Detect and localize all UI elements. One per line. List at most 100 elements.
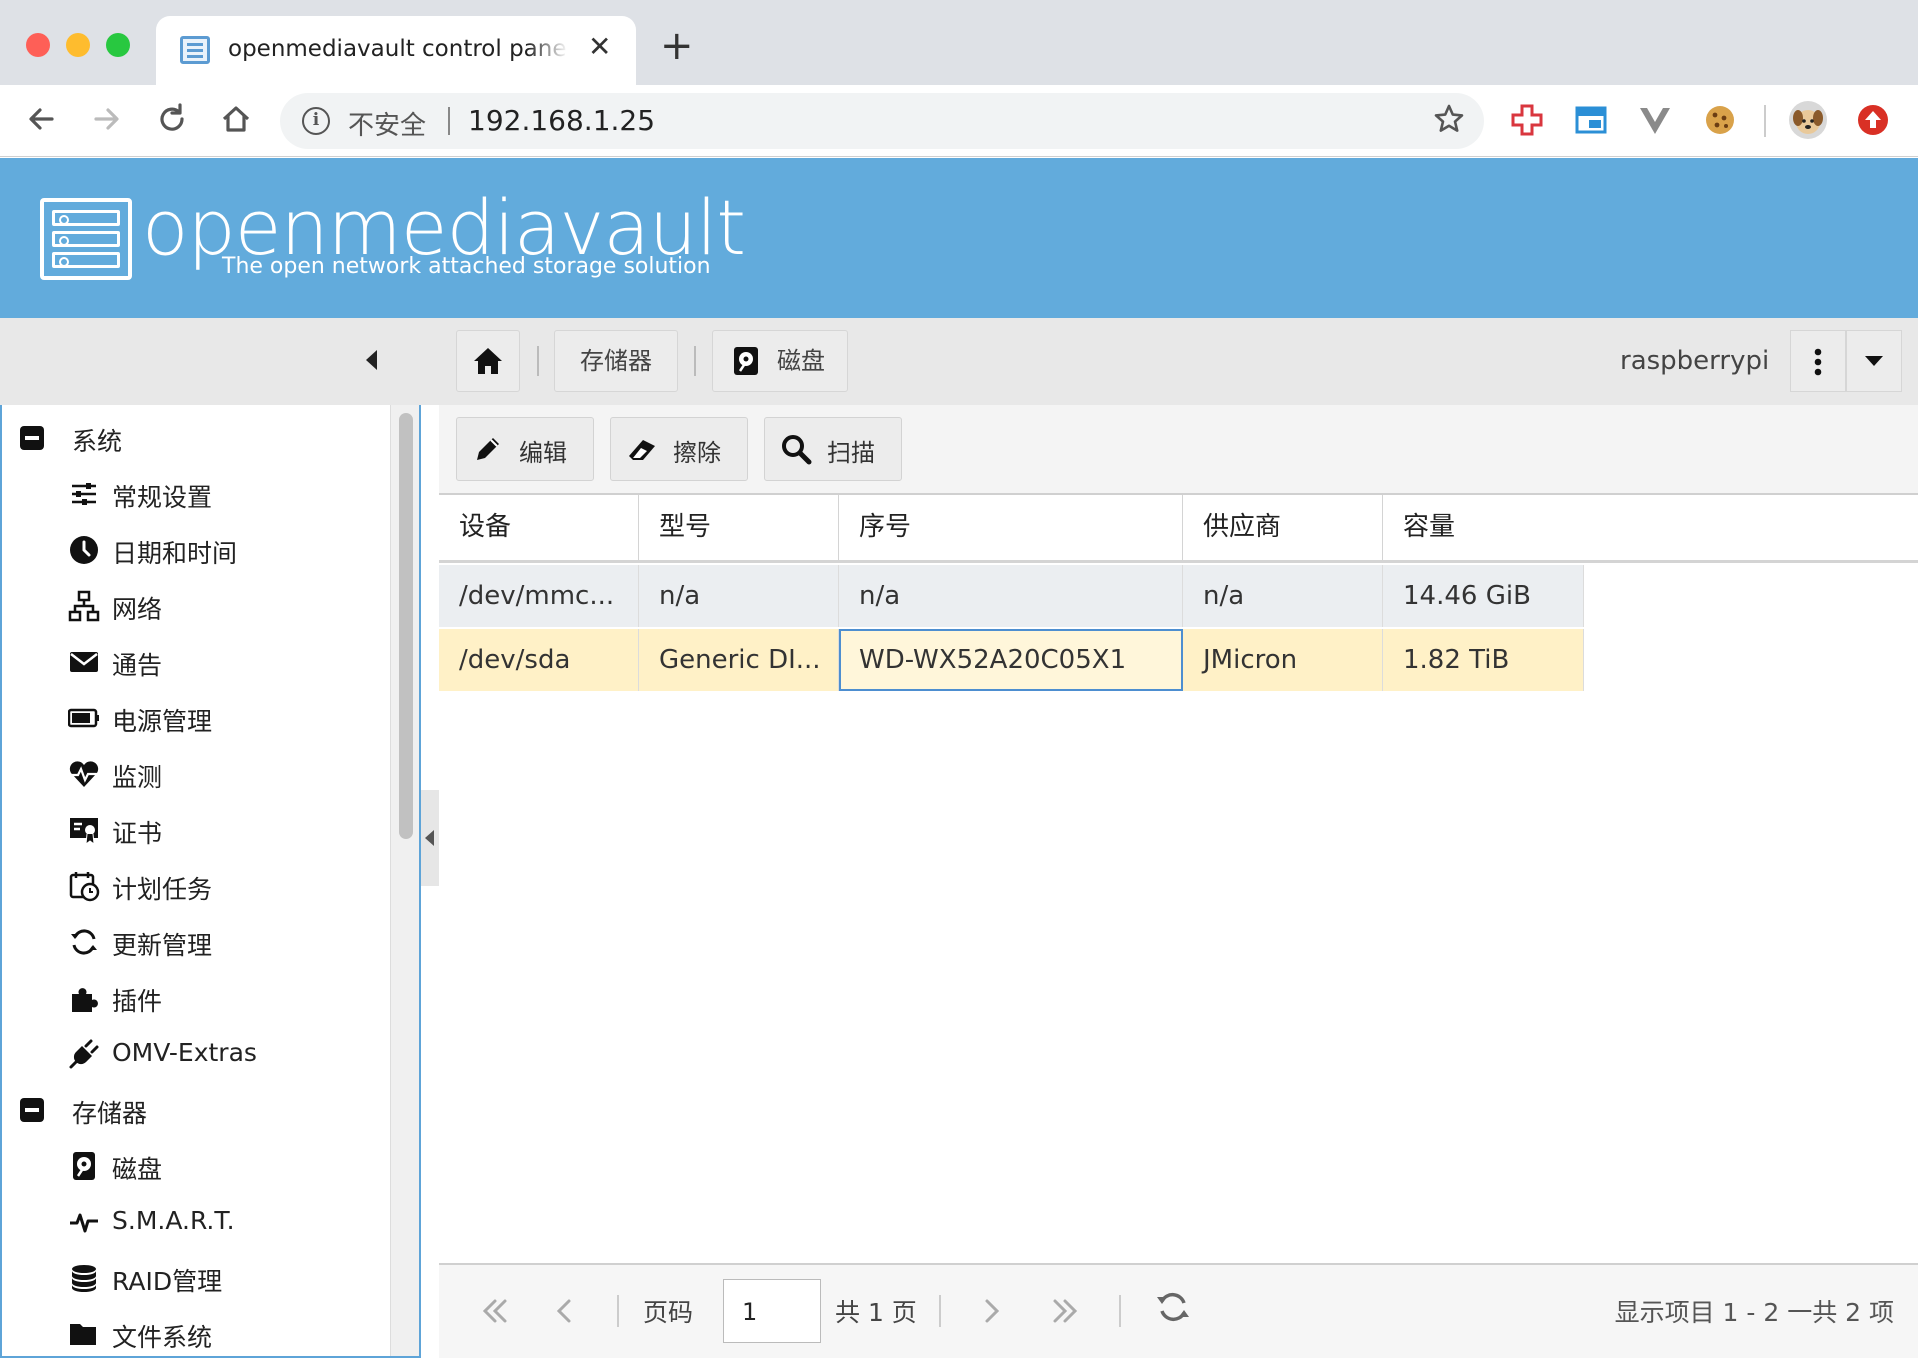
back-icon[interactable] bbox=[22, 99, 62, 139]
nav-item-label: 日期和时间 bbox=[112, 539, 238, 568]
tree-group-label: 系统 bbox=[72, 427, 123, 456]
window-minimize-button[interactable] bbox=[66, 33, 90, 57]
window-close-button[interactable] bbox=[26, 33, 50, 57]
envelope-icon bbox=[70, 652, 98, 672]
nav-item-label: 证书 bbox=[112, 819, 163, 848]
pager-divider bbox=[939, 1295, 941, 1327]
info-icon[interactable]: i bbox=[302, 107, 330, 135]
update-arrow-icon[interactable] bbox=[1856, 103, 1890, 137]
new-tab-button[interactable]: + bbox=[660, 26, 694, 66]
cell-model[interactable]: Generic DI... bbox=[639, 629, 839, 691]
page-number-input[interactable]: 1 bbox=[723, 1279, 821, 1343]
omv-logo-icon bbox=[40, 198, 132, 280]
nav-item-label: 文件系统 bbox=[112, 1323, 213, 1352]
database-icon bbox=[72, 1265, 96, 1292]
profile-avatar-icon[interactable] bbox=[1788, 100, 1828, 140]
column-header-vendor[interactable]: 供应商 bbox=[1183, 495, 1383, 560]
nav-item-label: 电源管理 bbox=[112, 707, 213, 736]
magnifier-icon bbox=[782, 435, 812, 465]
certificate-icon bbox=[70, 818, 98, 846]
wipe-button[interactable]: 擦除 bbox=[610, 417, 748, 481]
paging-status: 显示项目 1 - 2 一共 2 项 bbox=[1614, 1298, 1894, 1327]
security-label: 不安全 bbox=[348, 111, 427, 141]
grid-header: 设备 型号 序号 供应商 容量 bbox=[439, 495, 1918, 563]
url-text[interactable]: 192.168.1.25 bbox=[468, 104, 655, 137]
puzzle-icon bbox=[72, 988, 98, 1012]
breadcrumb-storage[interactable]: 存储器 bbox=[554, 330, 678, 392]
cell-model[interactable]: n/a bbox=[639, 565, 839, 627]
pager-divider bbox=[617, 1295, 619, 1327]
home-icon[interactable] bbox=[216, 99, 256, 139]
cell-serial[interactable]: n/a bbox=[839, 565, 1183, 627]
last-page-icon[interactable] bbox=[1045, 1291, 1085, 1331]
page-label: 页码 bbox=[643, 1298, 694, 1327]
pager-divider bbox=[1119, 1295, 1121, 1327]
nav-item-label: 磁盘 bbox=[112, 1155, 163, 1184]
scan-button[interactable]: 扫描 bbox=[764, 417, 902, 481]
cookie-extension-icon[interactable] bbox=[1703, 103, 1737, 137]
medical-cross-extension-icon[interactable] bbox=[1510, 103, 1544, 137]
previous-page-icon[interactable] bbox=[545, 1291, 585, 1331]
breadcrumb-separator bbox=[537, 346, 539, 376]
scrollbar-thumb[interactable] bbox=[399, 413, 413, 839]
hostname-label: raspberrypi bbox=[1620, 346, 1770, 376]
collapse-sidebar-icon[interactable] bbox=[366, 350, 377, 370]
breadcrumb-disks[interactable]: 磁盘 bbox=[712, 330, 848, 392]
breadcrumb-disks-label: 磁盘 bbox=[777, 347, 825, 375]
cell-vendor[interactable]: JMicron bbox=[1183, 629, 1383, 691]
bookmark-star-icon[interactable] bbox=[1432, 102, 1466, 136]
omnibox-divider bbox=[448, 107, 450, 135]
dropdown-button[interactable] bbox=[1846, 330, 1902, 392]
column-header-model[interactable]: 型号 bbox=[639, 495, 839, 560]
nav-item-label: 监测 bbox=[112, 763, 163, 792]
navigation-tree: 系统 常规设置 日期和时间 网络 通告 电源管理 监测 证书 计划任务 更新管理… bbox=[0, 405, 421, 1358]
cell-capacity[interactable]: 14.46 GiB bbox=[1383, 565, 1584, 627]
nav-item-label: 更新管理 bbox=[112, 931, 213, 960]
nav-item-label: OMV-Extras bbox=[112, 1038, 257, 1067]
home-icon bbox=[474, 348, 502, 374]
first-page-icon[interactable] bbox=[475, 1291, 515, 1331]
omv-header: openmediavault The open network attached… bbox=[0, 158, 1918, 318]
cell-capacity[interactable]: 1.82 TiB bbox=[1383, 629, 1584, 691]
disks-panel: 编辑 擦除 扫描 设备 型号 序号 供应商 容量 /dev/mmc... n/a… bbox=[439, 405, 1918, 1358]
column-header-serial[interactable]: 序号 bbox=[839, 495, 1183, 560]
pencil-icon bbox=[477, 438, 499, 460]
breadcrumb-bar: 存储器 磁盘 raspberrypi bbox=[0, 318, 1918, 405]
more-actions-button[interactable] bbox=[1790, 330, 1846, 392]
reload-icon[interactable] bbox=[152, 99, 192, 139]
tab-close-icon[interactable]: ✕ bbox=[588, 32, 611, 62]
cell-serial-focused[interactable]: WD-WX52A20C05X1 bbox=[839, 629, 1183, 691]
cell-device[interactable]: /dev/mmc... bbox=[439, 565, 639, 627]
nav-item-label: 插件 bbox=[112, 987, 163, 1016]
table-row-selected[interactable]: /dev/sda Generic DI... WD-WX52A20C05X1 J… bbox=[439, 629, 1584, 691]
collapse-minus-icon[interactable] bbox=[20, 1098, 44, 1122]
omv-favicon-icon bbox=[180, 36, 210, 64]
refresh-icon[interactable] bbox=[1153, 1287, 1193, 1327]
breadcrumb-home[interactable] bbox=[456, 330, 520, 392]
nav-item-label: 网络 bbox=[112, 595, 163, 624]
table-row[interactable]: /dev/mmc... n/a n/a n/a 14.46 GiB bbox=[439, 565, 1584, 627]
edit-button[interactable]: 编辑 bbox=[456, 417, 594, 481]
next-page-icon[interactable] bbox=[971, 1291, 1011, 1331]
toolbar-divider bbox=[1764, 105, 1766, 137]
calendar-clock-icon bbox=[69, 872, 100, 902]
kebab-menu-icon bbox=[1814, 348, 1822, 376]
cell-device[interactable]: /dev/sda bbox=[439, 629, 639, 691]
cell-vendor[interactable]: n/a bbox=[1183, 565, 1383, 627]
sidebar-splitter-handle[interactable] bbox=[421, 790, 439, 886]
forward-icon[interactable] bbox=[86, 99, 126, 139]
collapse-minus-icon[interactable] bbox=[20, 426, 44, 450]
sidebar-scrollbar[interactable] bbox=[390, 405, 419, 1356]
address-bar[interactable]: i 不安全 192.168.1.25 bbox=[280, 93, 1484, 149]
nav-item-label: 常规设置 bbox=[112, 483, 213, 512]
column-header-capacity[interactable]: 容量 bbox=[1383, 495, 1918, 560]
nav-item-label: 计划任务 bbox=[112, 875, 213, 904]
app-tagline: The open network attached storage soluti… bbox=[222, 254, 711, 279]
window-extension-icon[interactable] bbox=[1574, 103, 1608, 137]
edit-button-label: 编辑 bbox=[519, 439, 567, 467]
vue-extension-icon[interactable] bbox=[1638, 103, 1672, 137]
window-zoom-button[interactable] bbox=[106, 33, 130, 57]
browser-tab[interactable]: openmediavault control panel - raspberry… bbox=[156, 16, 636, 85]
wipe-button-label: 擦除 bbox=[673, 439, 721, 467]
column-header-device[interactable]: 设备 bbox=[439, 495, 639, 560]
